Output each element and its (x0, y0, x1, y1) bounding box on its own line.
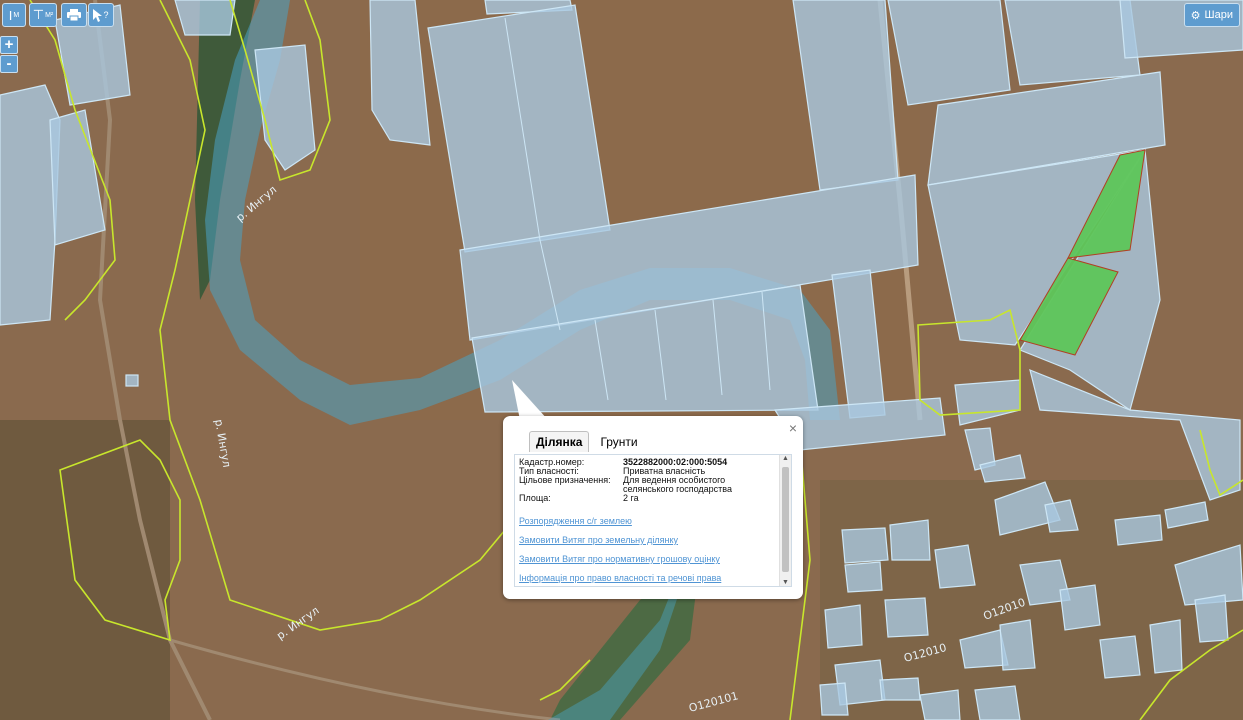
gear-icon: ⚙ (1190, 9, 1201, 22)
ruler-icon: I (8, 7, 13, 23)
cursor-icon (93, 8, 103, 22)
unit-label: М² (45, 11, 54, 19)
parcel-attributes: Кадастр.номер: 3522882000:02:000:5054 Ти… (519, 458, 775, 503)
layers-button[interactable]: ⚙ Шари (1183, 3, 1240, 27)
attribute-row: Площа: 2 га (519, 494, 775, 503)
link-order-parcel-extract[interactable]: Замовити Витяг про земельну ділянку (519, 535, 721, 545)
parcel[interactable] (174, 0, 236, 36)
popup-content[interactable]: Кадастр.номер: 3522882000:02:000:5054 Ти… (514, 454, 792, 587)
parcel[interactable] (819, 682, 849, 716)
parcel[interactable] (884, 597, 929, 638)
measure-area-button[interactable]: ⊤ М² (29, 3, 57, 27)
field-area (0, 420, 170, 720)
parcel[interactable] (887, 0, 1011, 106)
map-canvas[interactable]: р. Ингул р. Ингул р. Ингул О12010 О12010… (0, 0, 1243, 720)
parcel[interactable] (889, 519, 931, 561)
parcel[interactable] (1114, 514, 1163, 546)
scroll-up-icon[interactable]: ▲ (780, 455, 791, 462)
close-icon[interactable]: × (789, 420, 797, 436)
parcel[interactable] (1099, 635, 1141, 679)
identify-button[interactable]: ? (88, 3, 114, 27)
link-land-disposal[interactable]: Розпорядження с/г землею (519, 516, 721, 526)
popup-tabs: Ділянка Грунти (529, 431, 645, 452)
parcel[interactable] (844, 561, 883, 593)
popup-pointer (512, 380, 548, 420)
parcel[interactable] (125, 374, 139, 387)
attribute-key: Площа: (519, 493, 551, 503)
parcel[interactable] (1004, 0, 1141, 86)
popup-scrollbar[interactable]: ▲ ▼ (779, 455, 791, 586)
parcel[interactable] (879, 677, 921, 701)
parcel[interactable] (1059, 584, 1101, 631)
purpose-value: Для ведення особистого селянського госпо… (623, 475, 732, 494)
measure-length-button[interactable]: IМ (2, 3, 26, 27)
tab-soils[interactable]: Грунти (593, 431, 645, 452)
area-icon: ⊤ (32, 7, 45, 22)
parcel[interactable] (824, 604, 863, 649)
parcel[interactable] (934, 544, 976, 589)
scroll-down-icon[interactable]: ▼ (780, 579, 791, 586)
tab-parcel[interactable]: Ділянка (529, 431, 590, 452)
parcel-info-popup: × Ділянка Грунти Кадастр.номер: 35228820… (503, 416, 803, 599)
scroll-thumb[interactable] (782, 467, 789, 572)
question-icon: ? (103, 10, 109, 20)
parcel[interactable] (999, 619, 1036, 671)
link-order-valuation-extract[interactable]: Замовити Витяг про нормативну грошову оц… (519, 554, 721, 564)
parcel[interactable] (841, 527, 889, 564)
area-value: 2 га (623, 493, 639, 503)
parcel[interactable] (919, 689, 961, 720)
zoom-out-button[interactable]: - (0, 55, 18, 73)
zoom-in-button[interactable]: + (0, 36, 18, 54)
unit-label: М (13, 11, 20, 19)
printer-icon (67, 9, 81, 21)
parcel[interactable] (1194, 594, 1229, 643)
parcel[interactable] (1149, 619, 1183, 674)
link-ownership-info[interactable]: Інформація про право власності та речові… (519, 573, 721, 583)
layers-button-label: Шари (1204, 9, 1233, 21)
attribute-row: Цільове призначення: Для ведення особист… (519, 476, 775, 494)
print-button[interactable] (61, 3, 87, 27)
popup-links: Розпорядження с/г землею Замовити Витяг … (519, 516, 721, 586)
parcel[interactable] (974, 685, 1021, 720)
